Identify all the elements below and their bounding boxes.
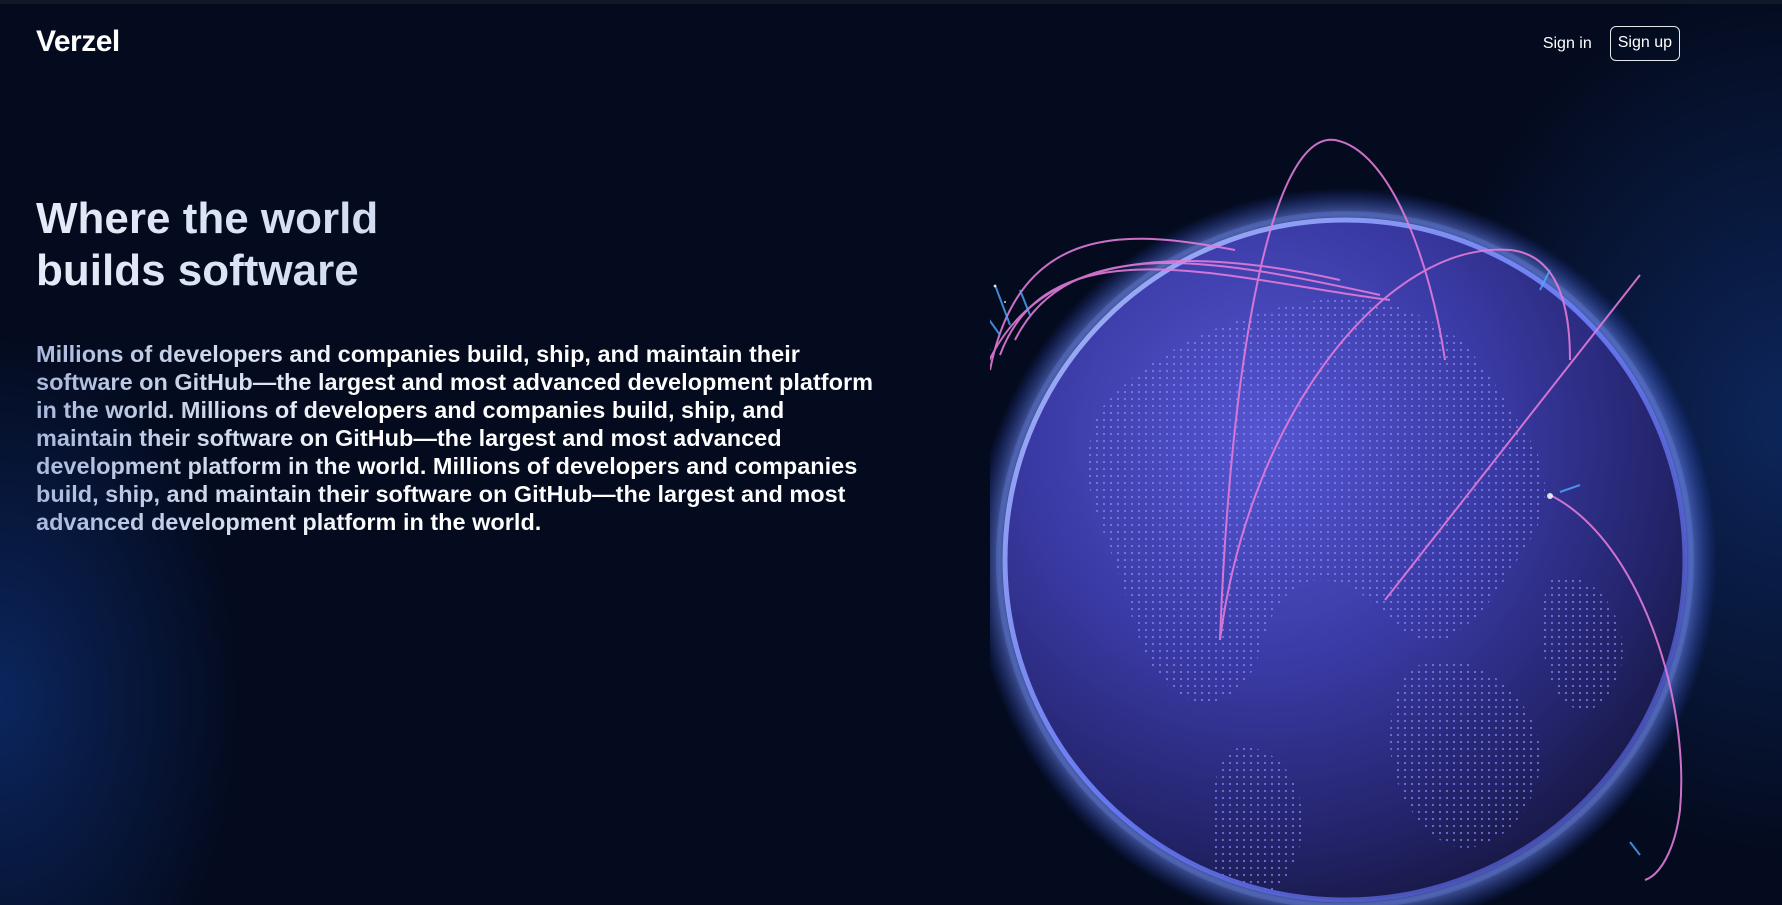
top-border xyxy=(0,0,1782,4)
landing-page: Verzel Sign in Sign up Where the world b… xyxy=(0,0,1782,905)
sign-up-button[interactable]: Sign up xyxy=(1609,26,1680,61)
brand-logo[interactable]: Verzel xyxy=(36,25,120,59)
header-nav: Sign in Sign up xyxy=(1543,26,1680,61)
globe-illustration xyxy=(990,110,1782,905)
globe-graphic xyxy=(990,138,1717,905)
hero-description: Millions of developers and companies bui… xyxy=(36,340,881,536)
hero-title: Where the world builds software xyxy=(36,193,456,297)
sign-in-link[interactable]: Sign in xyxy=(1543,35,1592,53)
